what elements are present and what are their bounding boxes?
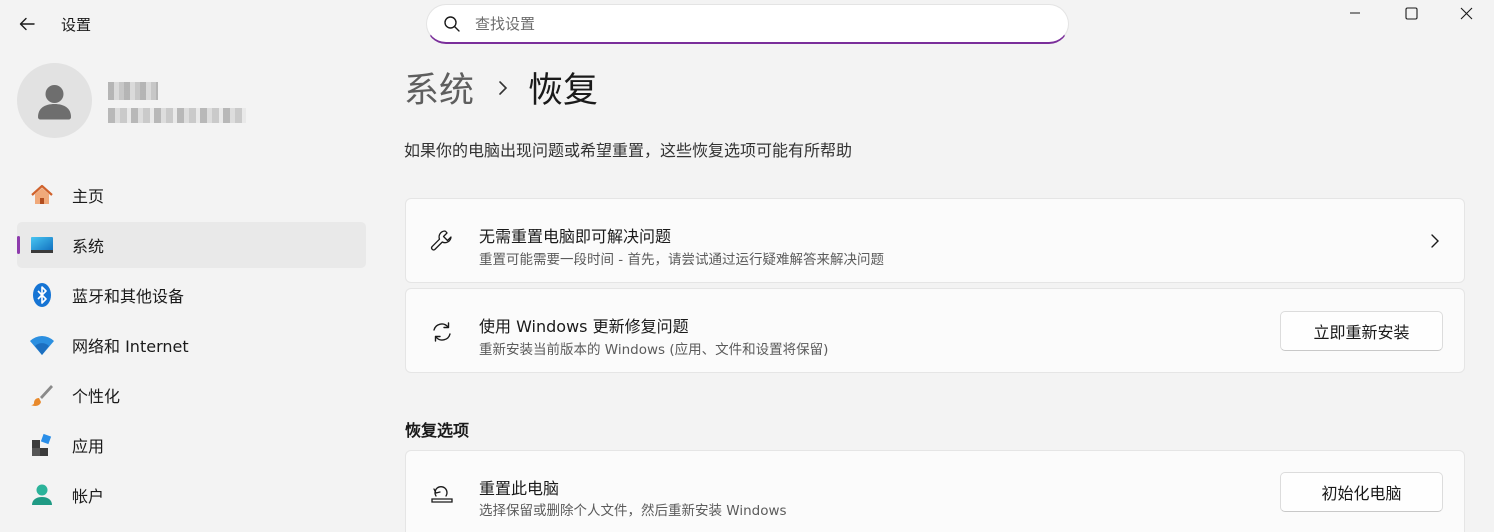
sidebar-item-system[interactable]: 系统 bbox=[17, 222, 366, 268]
card-title: 使用 Windows 更新修复问题 bbox=[479, 317, 689, 336]
page-description: 如果你的电脑出现问题或希望重置，这些恢复选项可能有所帮助 bbox=[404, 141, 853, 160]
sidebar-item-label: 网络和 Internet bbox=[72, 337, 189, 356]
sidebar-item-accounts[interactable]: 帐户 bbox=[17, 472, 366, 518]
breadcrumb-parent[interactable]: 系统 bbox=[404, 62, 474, 113]
avatar[interactable] bbox=[17, 63, 92, 138]
sidebar-item-label: 主页 bbox=[72, 187, 105, 206]
maximize-icon bbox=[1404, 6, 1418, 20]
back-button[interactable] bbox=[12, 10, 42, 38]
sidebar-item-personalization[interactable]: 个性化 bbox=[17, 372, 366, 418]
card-subtitle: 重置可能需要一段时间 - 首先，请尝试通过运行疑难解答来解决问题 bbox=[479, 252, 884, 268]
reset-pc-button[interactable]: 初始化电脑 bbox=[1280, 472, 1443, 512]
card-subtitle: 选择保留或删除个人文件，然后重新安装 Windows bbox=[479, 503, 787, 519]
bluetooth-icon bbox=[29, 282, 55, 308]
page-title: 恢复 bbox=[528, 71, 599, 111]
breadcrumb: 系统 恢复 bbox=[404, 62, 598, 113]
close-button[interactable] bbox=[1438, 0, 1494, 26]
sidebar-item-label: 帐户 bbox=[72, 487, 105, 506]
wifi-icon bbox=[29, 332, 55, 358]
wrench-icon bbox=[428, 227, 456, 255]
chevron-right-icon bbox=[496, 78, 510, 98]
sidebar-item-label: 应用 bbox=[72, 437, 105, 456]
sidebar-item-apps[interactable]: 应用 bbox=[17, 422, 366, 468]
search-input[interactable] bbox=[475, 14, 1035, 33]
home-icon bbox=[29, 182, 55, 208]
sidebar-item-home[interactable]: 主页 bbox=[17, 172, 366, 218]
account-icon bbox=[29, 482, 55, 508]
card-subtitle: 重新安装当前版本的 Windows (应用、文件和设置将保留) bbox=[479, 342, 829, 358]
sidebar-item-label: 蓝牙和其他设备 bbox=[72, 287, 185, 306]
user-name-redacted bbox=[108, 82, 158, 100]
windows-update-repair-card: 使用 Windows 更新修复问题 重新安装当前版本的 Windows (应用、… bbox=[405, 288, 1465, 373]
minimize-button[interactable] bbox=[1327, 0, 1383, 26]
search-icon bbox=[443, 15, 461, 33]
reset-pc-card: 重置此电脑 选择保留或删除个人文件，然后重新安装 Windows 初始化电脑 bbox=[405, 450, 1465, 532]
app-title: 设置 bbox=[61, 16, 92, 34]
sidebar-nav: 主页 系统 蓝牙和其他设备 网络和 Internet 个性化 应用 帐户 bbox=[17, 172, 366, 522]
sync-icon bbox=[428, 318, 456, 346]
user-email-redacted bbox=[108, 108, 246, 123]
back-arrow-icon bbox=[19, 17, 35, 31]
system-icon bbox=[29, 232, 55, 258]
reset-pc-icon bbox=[428, 479, 456, 507]
brush-icon bbox=[29, 382, 55, 408]
troubleshoot-card[interactable]: 无需重置电脑即可解决问题 重置可能需要一段时间 - 首先，请尝试通过运行疑难解答… bbox=[405, 198, 1465, 283]
card-title: 重置此电脑 bbox=[479, 479, 560, 498]
sidebar-item-label: 系统 bbox=[72, 237, 105, 256]
sidebar-item-bluetooth[interactable]: 蓝牙和其他设备 bbox=[17, 272, 366, 318]
card-title: 无需重置电脑即可解决问题 bbox=[479, 227, 672, 246]
chevron-right-icon bbox=[1426, 232, 1444, 250]
search-box[interactable] bbox=[426, 4, 1069, 44]
maximize-button[interactable] bbox=[1383, 0, 1439, 26]
minimize-icon bbox=[1350, 12, 1360, 14]
section-title: 恢复选项 bbox=[405, 421, 470, 440]
sidebar-item-network[interactable]: 网络和 Internet bbox=[17, 322, 366, 368]
close-icon bbox=[1460, 7, 1472, 19]
user-silhouette-icon bbox=[38, 85, 71, 120]
apps-icon bbox=[29, 432, 55, 458]
reinstall-now-button[interactable]: 立即重新安装 bbox=[1280, 311, 1443, 351]
sidebar-item-label: 个性化 bbox=[72, 387, 121, 406]
